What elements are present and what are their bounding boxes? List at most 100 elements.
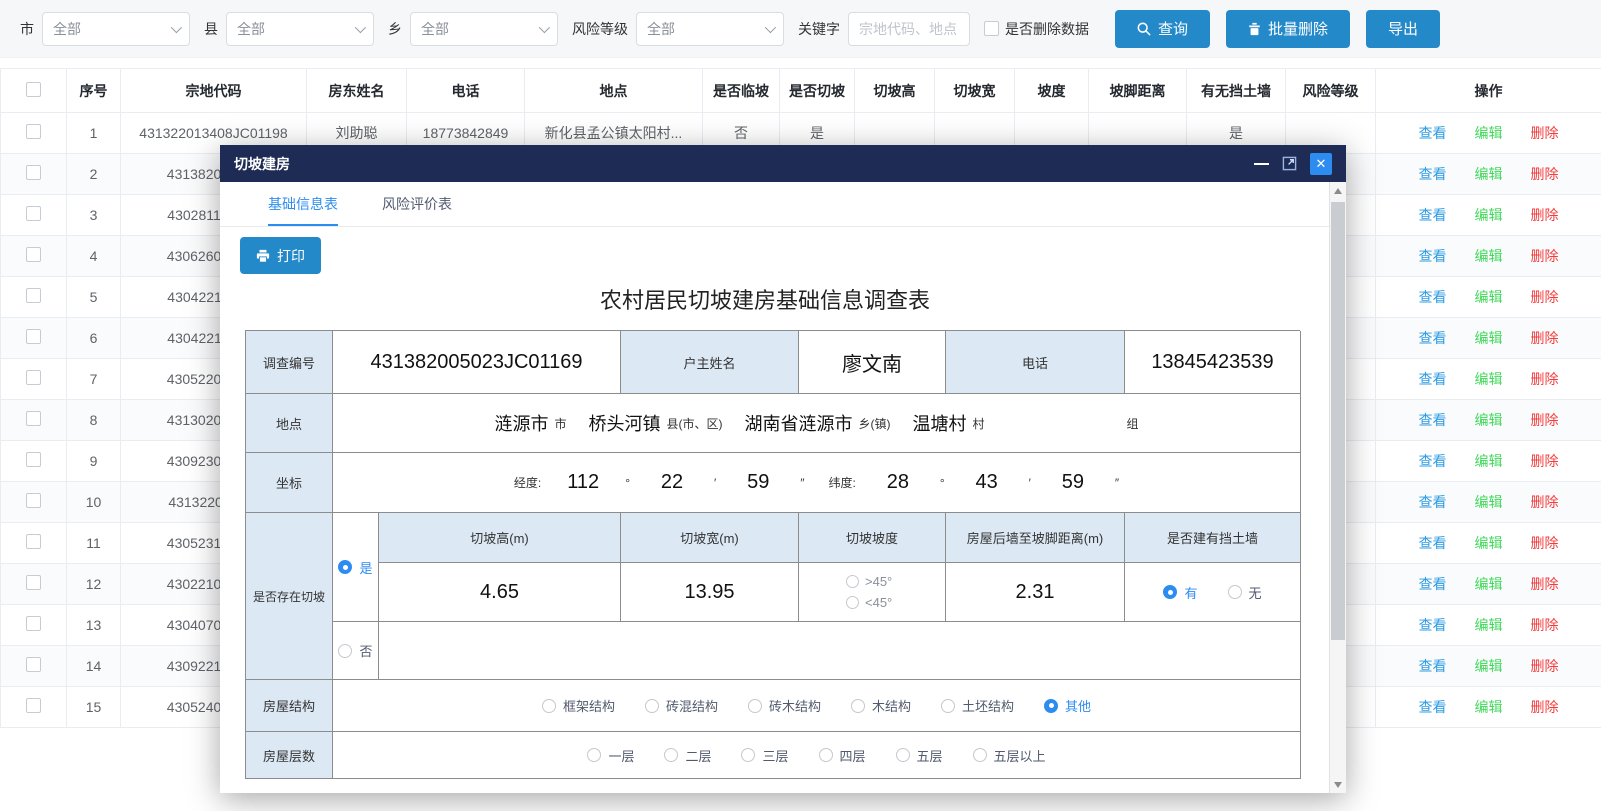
delete-link[interactable]: 删除 — [1531, 125, 1559, 141]
coord-value: 经度: 112 ° 22 ′ 59 ″ 纬度: 28 ° 43 ′ 59 ″ — [333, 453, 1301, 513]
row-checkbox[interactable] — [26, 616, 41, 631]
edit-link[interactable]: 编辑 — [1475, 699, 1503, 715]
batch-delete-button[interactable]: 批量删除 — [1226, 10, 1350, 48]
view-link[interactable]: 查看 — [1419, 289, 1447, 305]
view-link[interactable]: 查看 — [1419, 658, 1447, 674]
view-link[interactable]: 查看 — [1419, 371, 1447, 387]
township-select[interactable]: 全部 — [410, 12, 558, 46]
scroll-up-button[interactable] — [1330, 182, 1346, 199]
edit-link[interactable]: 编辑 — [1475, 371, 1503, 387]
cut-exist-yes[interactable]: 是 — [333, 513, 379, 622]
structure-option[interactable]: 框架结构 — [542, 696, 615, 715]
county-select[interactable]: 全部 — [226, 12, 374, 46]
edit-link[interactable]: 编辑 — [1475, 658, 1503, 674]
view-link[interactable]: 查看 — [1419, 535, 1447, 551]
edit-link[interactable]: 编辑 — [1475, 125, 1503, 141]
delete-link[interactable]: 删除 — [1531, 412, 1559, 428]
print-button[interactable]: 打印 — [240, 237, 321, 274]
delete-link[interactable]: 删除 — [1531, 207, 1559, 223]
row-checkbox[interactable] — [26, 165, 41, 180]
view-link[interactable]: 查看 — [1419, 330, 1447, 346]
floors-option[interactable]: 二层 — [664, 746, 711, 765]
row-checkbox[interactable] — [26, 534, 41, 549]
delete-link[interactable]: 删除 — [1531, 658, 1559, 674]
modal-scrollbar[interactable] — [1329, 182, 1346, 793]
edit-link[interactable]: 编辑 — [1475, 207, 1503, 223]
delete-link[interactable]: 删除 — [1531, 166, 1559, 182]
row-checkbox[interactable] — [26, 124, 41, 139]
edit-link[interactable]: 编辑 — [1475, 166, 1503, 182]
structure-option[interactable]: 砖混结构 — [645, 696, 718, 715]
row-checkbox[interactable] — [26, 575, 41, 590]
delete-link[interactable]: 删除 — [1531, 289, 1559, 305]
view-link[interactable]: 查看 — [1419, 166, 1447, 182]
delete-link[interactable]: 删除 — [1531, 371, 1559, 387]
slope-lt-option[interactable]: <45° — [846, 595, 898, 610]
row-checkbox[interactable] — [26, 247, 41, 262]
select-all-checkbox[interactable] — [26, 82, 41, 97]
edit-link[interactable]: 编辑 — [1475, 617, 1503, 633]
row-checkbox[interactable] — [26, 657, 41, 672]
view-link[interactable]: 查看 — [1419, 125, 1447, 141]
delete-link[interactable]: 删除 — [1531, 535, 1559, 551]
floors-option[interactable]: 五层以上 — [973, 746, 1046, 765]
cut-exist-no[interactable]: 否 — [333, 622, 379, 680]
row-checkbox[interactable] — [26, 329, 41, 344]
row-checkbox[interactable] — [26, 452, 41, 467]
maximize-icon[interactable] — [1282, 156, 1297, 171]
row-checkbox[interactable] — [26, 370, 41, 385]
wall-yes-option[interactable]: 有 — [1163, 583, 1197, 602]
view-link[interactable]: 查看 — [1419, 617, 1447, 633]
row-checkbox[interactable] — [26, 698, 41, 713]
row-checkbox[interactable] — [26, 411, 41, 426]
keyword-input[interactable] — [848, 12, 970, 46]
export-button[interactable]: 导出 — [1366, 10, 1440, 48]
tab-basic-info[interactable]: 基础信息表 — [268, 182, 338, 226]
view-link[interactable]: 查看 — [1419, 699, 1447, 715]
delete-link[interactable]: 删除 — [1531, 494, 1559, 510]
edit-link[interactable]: 编辑 — [1475, 494, 1503, 510]
wall-no-option[interactable]: 无 — [1228, 583, 1262, 602]
scroll-down-button[interactable] — [1330, 776, 1346, 793]
query-button[interactable]: 查询 — [1115, 10, 1210, 48]
close-icon[interactable]: ✕ — [1310, 153, 1332, 175]
delete-link[interactable]: 删除 — [1531, 576, 1559, 592]
view-link[interactable]: 查看 — [1419, 576, 1447, 592]
row-checkbox[interactable] — [26, 206, 41, 221]
row-checkbox[interactable] — [26, 493, 41, 508]
slope-gt-option[interactable]: >45° — [846, 574, 898, 589]
edit-link[interactable]: 编辑 — [1475, 289, 1503, 305]
edit-link[interactable]: 编辑 — [1475, 535, 1503, 551]
edit-link[interactable]: 编辑 — [1475, 248, 1503, 264]
view-link[interactable]: 查看 — [1419, 412, 1447, 428]
edit-link[interactable]: 编辑 — [1475, 576, 1503, 592]
edit-link[interactable]: 编辑 — [1475, 453, 1503, 469]
view-link[interactable]: 查看 — [1419, 453, 1447, 469]
structure-option[interactable]: 土坯结构 — [941, 696, 1014, 715]
structure-option[interactable]: 砖木结构 — [748, 696, 821, 715]
structure-option[interactable]: 其他 — [1044, 696, 1091, 715]
floors-option[interactable]: 四层 — [819, 746, 866, 765]
radio-icon — [846, 575, 859, 588]
delete-link[interactable]: 删除 — [1531, 699, 1559, 715]
deleted-data-checkbox[interactable] — [984, 21, 999, 36]
delete-link[interactable]: 删除 — [1531, 617, 1559, 633]
view-link[interactable]: 查看 — [1419, 207, 1447, 223]
structure-option[interactable]: 木结构 — [851, 696, 911, 715]
view-link[interactable]: 查看 — [1419, 248, 1447, 264]
city-select[interactable]: 全部 — [42, 12, 190, 46]
delete-link[interactable]: 删除 — [1531, 248, 1559, 264]
minimize-icon[interactable] — [1254, 163, 1269, 165]
tab-risk-evaluation[interactable]: 风险评价表 — [382, 182, 452, 226]
edit-link[interactable]: 编辑 — [1475, 330, 1503, 346]
floors-option[interactable]: 一层 — [587, 746, 634, 765]
row-checkbox[interactable] — [26, 288, 41, 303]
floors-option[interactable]: 五层 — [896, 746, 943, 765]
risk-level-select[interactable]: 全部 — [636, 12, 784, 46]
edit-link[interactable]: 编辑 — [1475, 412, 1503, 428]
view-link[interactable]: 查看 — [1419, 494, 1447, 510]
scrollbar-thumb[interactable] — [1331, 202, 1345, 640]
delete-link[interactable]: 删除 — [1531, 453, 1559, 469]
delete-link[interactable]: 删除 — [1531, 330, 1559, 346]
floors-option[interactable]: 三层 — [741, 746, 788, 765]
